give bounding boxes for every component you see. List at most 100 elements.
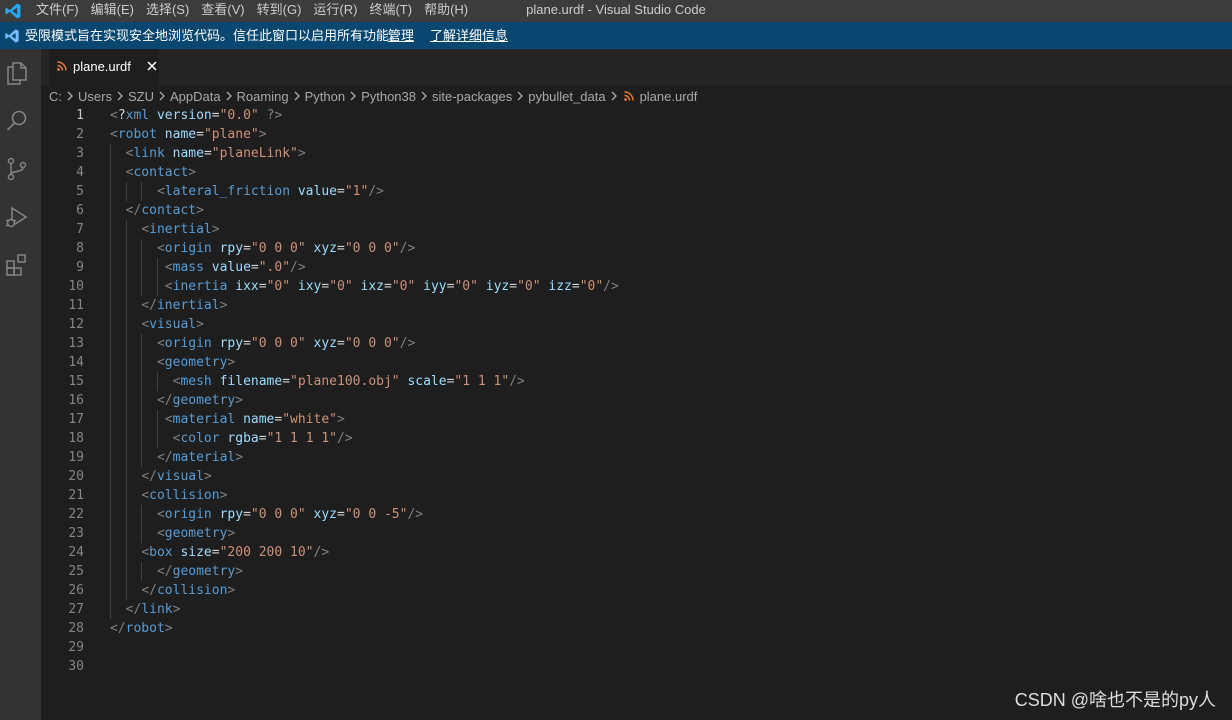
code-line[interactable]: <color rgba="1 1 1 1"/> (110, 429, 619, 448)
code-line[interactable]: <material name="white"> (110, 410, 619, 429)
line-number: 9 (76, 260, 84, 275)
menu-item[interactable]: 帮助(H) (418, 0, 474, 22)
indent-guide (125, 429, 127, 448)
indent-guide (141, 562, 143, 581)
code-line[interactable]: <box size="200 200 10"/> (110, 543, 619, 562)
code-line[interactable]: <mass value=".0"/> (110, 258, 619, 277)
chevron-right-icon (67, 91, 73, 101)
breadcrumb-item[interactable]: pybullet_data (528, 89, 605, 104)
menu-item[interactable]: 查看(V) (195, 0, 250, 22)
rss-file-icon (623, 91, 634, 101)
manage-link[interactable]: 管理 (388, 22, 414, 49)
indent-guide (110, 201, 111, 220)
indent-guide (141, 429, 143, 448)
indent-guide (125, 505, 127, 524)
indent-guide (110, 353, 111, 372)
chevron-right-icon (117, 91, 123, 101)
line-number: 15 (68, 374, 84, 389)
source-control-icon[interactable] (4, 156, 30, 182)
title-bar: 文件(F) 编辑(E) 选择(S) 查看(V) 转到(G) 运行(R) 终端(T) 帮助(H)… (0, 0, 1232, 22)
code-line[interactable]: </link> (110, 600, 619, 619)
breadcrumb-item[interactable]: site-packages (432, 89, 512, 104)
code-editor[interactable]: 1 2 3 4 5 6 7 8 9 10 11 12 13 14 15 16 17 18 19 20 21 22 23 24 2… (41, 106, 1232, 720)
code-line[interactable]: <inertial> (110, 220, 619, 239)
code-content[interactable]: <?xml version="0.0" ?> <robot name="plane… (110, 106, 619, 676)
code-line[interactable]: <?xml version="0.0" ?> (110, 106, 619, 125)
indent-guide (125, 296, 127, 315)
line-number: 25 (68, 564, 84, 579)
tab-plane-urdf[interactable]: plane.urdf (49, 49, 159, 85)
menu-item[interactable]: 转到(G) (251, 0, 308, 22)
code-line[interactable]: <contact> (110, 163, 619, 182)
line-number: 29 (68, 640, 84, 655)
chevron-right-icon (226, 91, 232, 101)
breadcrumb-item[interactable]: Users (78, 89, 112, 104)
menu-item[interactable]: 编辑(E) (85, 0, 140, 22)
indent-guide (125, 410, 127, 429)
code-line[interactable]: </material> (110, 448, 619, 467)
indent-guide (141, 505, 143, 524)
code-line[interactable]: </contact> (110, 201, 619, 220)
code-line[interactable] (110, 657, 619, 676)
code-line[interactable] (110, 638, 619, 657)
code-line[interactable]: </visual> (110, 467, 619, 486)
menu-item[interactable]: 运行(R) (307, 0, 363, 22)
code-line[interactable]: </collision> (110, 581, 619, 600)
breadcrumb-item[interactable]: AppData (170, 89, 221, 104)
code-line[interactable]: <visual> (110, 315, 619, 334)
code-line[interactable]: <collision> (110, 486, 619, 505)
code-line[interactable]: <lateral_friction value="1"/> (110, 182, 619, 201)
line-number: 17 (68, 412, 84, 427)
code-line[interactable]: <origin rpy="0 0 0" xyz="0 0 -5"/> (110, 505, 619, 524)
code-line[interactable]: <geometry> (110, 353, 619, 372)
indent-guide (110, 220, 111, 239)
breadcrumb-item[interactable]: SZU (128, 89, 154, 104)
breadcrumb-item[interactable]: plane.urdf (640, 89, 698, 104)
line-number: 16 (68, 393, 84, 408)
close-icon[interactable] (145, 59, 159, 73)
search-icon[interactable] (4, 108, 30, 134)
line-number: 8 (76, 241, 84, 256)
code-line[interactable]: <robot name="plane"> (110, 125, 619, 144)
line-number: 18 (68, 431, 84, 446)
code-line[interactable]: <link name="planeLink"> (110, 144, 619, 163)
extensions-icon[interactable] (4, 252, 30, 278)
code-line[interactable]: </robot> (110, 619, 619, 638)
code-line[interactable]: <geometry> (110, 524, 619, 543)
run-debug-icon[interactable] (4, 204, 30, 230)
indent-guide (141, 258, 143, 277)
code-line[interactable]: <mesh filename="plane100.obj" scale="1 1… (110, 372, 619, 391)
watermark: CSDN @啥也不是的py人 (1014, 690, 1216, 710)
code-line[interactable]: <origin rpy="0 0 0" xyz="0 0 0"/> (110, 239, 619, 258)
line-number: 7 (76, 222, 84, 237)
chevron-right-icon (294, 91, 300, 101)
code-line[interactable]: </geometry> (110, 391, 619, 410)
learn-more-link[interactable]: 了解详细信息 (430, 22, 508, 49)
indent-guide (110, 467, 111, 486)
line-number-gutter: 1 2 3 4 5 6 7 8 9 10 11 12 13 14 15 16 17 18 19 20 21 22 23 24 2… (41, 106, 96, 676)
code-line[interactable]: </geometry> (110, 562, 619, 581)
indent-guide (125, 182, 127, 201)
breadcrumb-item[interactable]: Python38 (361, 89, 416, 104)
menu-item[interactable]: 终端(T) (363, 0, 418, 22)
line-number: 11 (68, 298, 84, 313)
explorer-icon[interactable] (4, 60, 30, 86)
menu-item[interactable]: 文件(F) (30, 0, 85, 22)
chevron-right-icon (517, 91, 524, 101)
code-line[interactable]: </inertial> (110, 296, 619, 315)
breadcrumb: C: Users SZU AppData Roaming Python Python38 si… (49, 85, 1232, 107)
code-line[interactable]: <inertia ixx="0" ixy="0" ixz="0" iyy="0"… (110, 277, 619, 296)
rss-file-icon (57, 61, 67, 71)
breadcrumb-item[interactable]: C: (49, 89, 62, 104)
code-line[interactable]: <origin rpy="0 0 0" xyz="0 0 0"/> (110, 334, 619, 353)
breadcrumb-item[interactable]: Roaming (237, 89, 289, 104)
indent-guide (125, 391, 127, 410)
menu-item[interactable]: 选择(S) (140, 0, 195, 22)
menu-bar: 文件(F) 编辑(E) 选择(S) 查看(V) 转到(G) 运行(R) 终端(T) 帮助(H) (30, 0, 474, 22)
indent-guide (125, 562, 127, 581)
breadcrumb-item[interactable]: Python (305, 89, 345, 104)
indent-guide (125, 315, 127, 334)
chevron-right-icon (421, 91, 427, 101)
line-number: 21 (68, 488, 84, 503)
line-number: 12 (68, 317, 84, 332)
